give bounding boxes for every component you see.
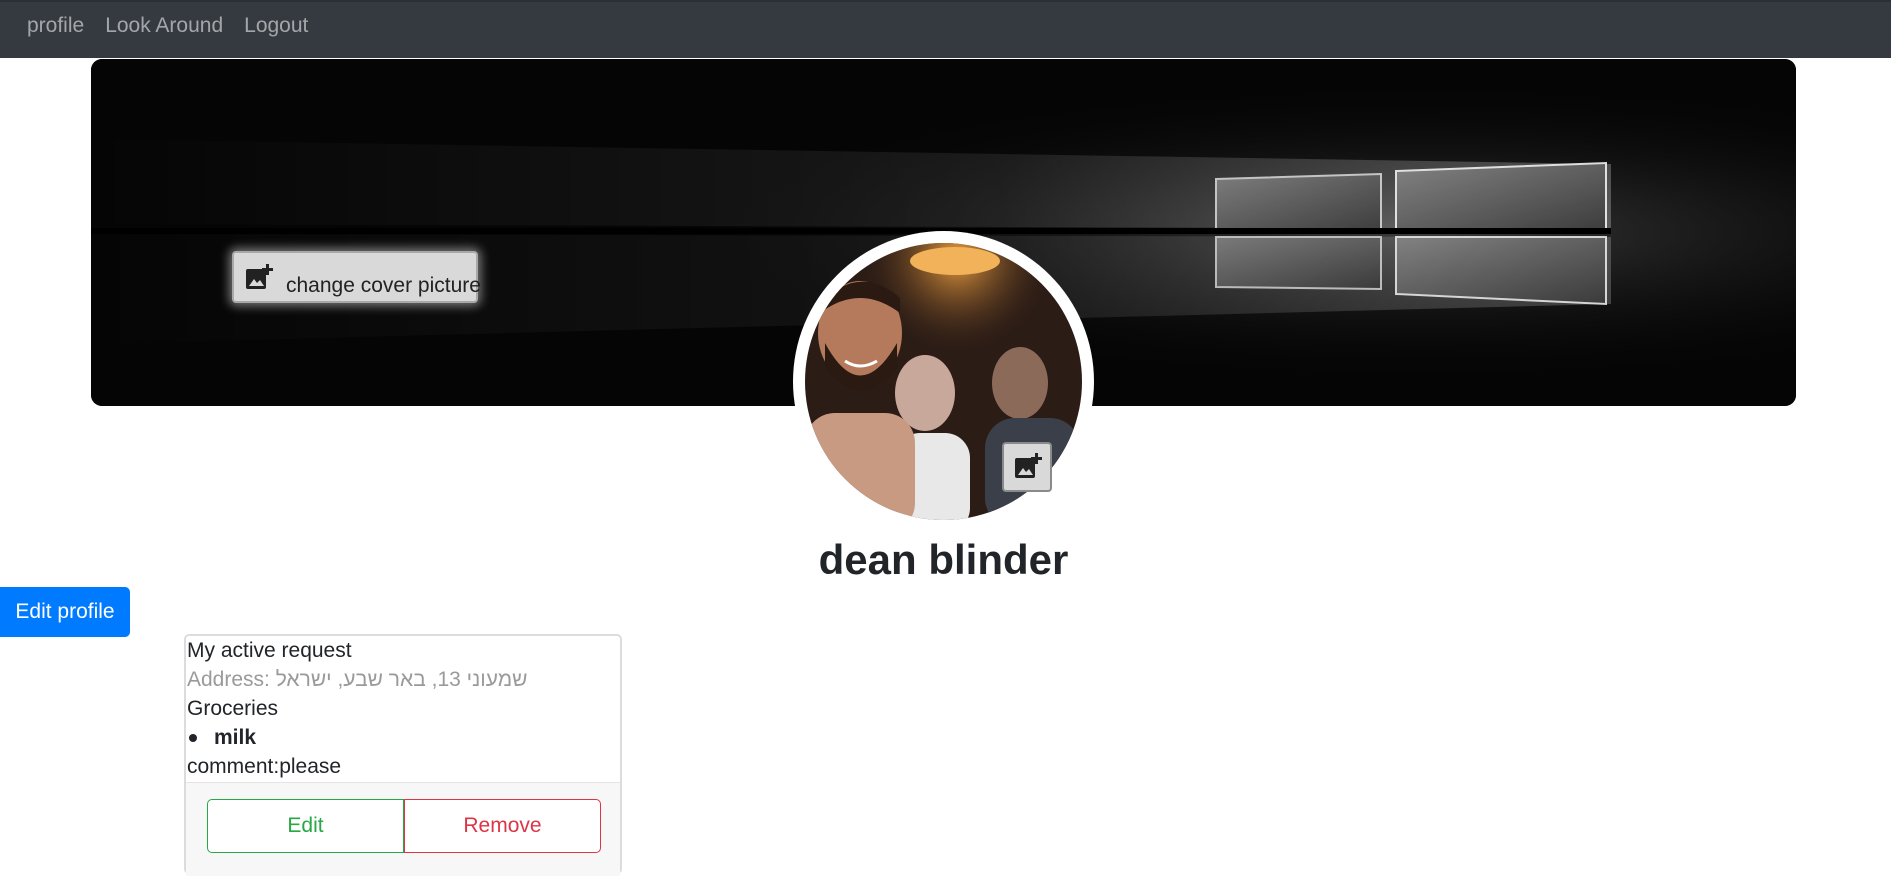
edit-profile-button[interactable]: Edit profile xyxy=(0,587,130,637)
request-category: Groceries xyxy=(187,697,279,720)
comment-value: please xyxy=(279,755,342,778)
add-photo-icon xyxy=(1015,453,1042,478)
address-label: Address: xyxy=(187,668,270,691)
nav-link-profile[interactable]: profile xyxy=(27,15,84,36)
edit-request-button[interactable]: Edit xyxy=(207,799,404,853)
request-comment: comment:please xyxy=(187,752,341,781)
change-cover-picture-button[interactable]: change cover picture xyxy=(232,251,481,303)
card-title: My active request xyxy=(187,639,352,662)
change-avatar-button[interactable] xyxy=(1002,442,1052,492)
add-photo-icon xyxy=(246,264,273,289)
nav-link-logout[interactable]: Logout xyxy=(244,15,308,36)
change-cover-label: change cover picture xyxy=(286,274,481,297)
nav-link-look-around[interactable]: Look Around xyxy=(105,15,223,36)
profile-name: dean blinder xyxy=(818,536,1069,583)
address-value: שמעוני 13, באר שבע, ישראל xyxy=(275,668,528,691)
active-request-card: My active request Address: שמעוני 13, בא… xyxy=(184,634,622,876)
list-item: milk xyxy=(214,726,257,749)
top-navbar: profile Look Around Logout xyxy=(0,0,1891,58)
remove-request-button[interactable]: Remove xyxy=(404,799,601,853)
request-address: Address: שמעוני 13, באר שבע, ישראל xyxy=(187,665,528,694)
bullet-icon xyxy=(189,734,197,742)
comment-label: comment: xyxy=(187,755,280,778)
